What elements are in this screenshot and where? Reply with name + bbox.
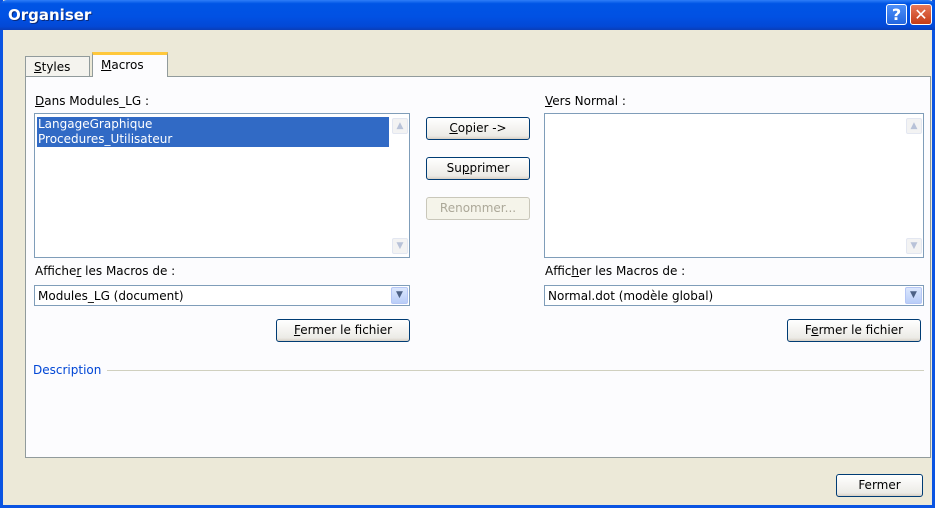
close-window-button[interactable]: ✕ xyxy=(910,4,932,25)
scroll-up-icon[interactable]: ▲ xyxy=(906,118,922,134)
copy-button[interactable]: Copier -> xyxy=(426,117,530,140)
right-show-macros-label: Afficher les Macros de : xyxy=(545,264,686,278)
chevron-down-icon[interactable]: ▼ xyxy=(391,287,408,304)
left-select-value: Modules_LG (document) xyxy=(38,289,184,303)
right-list-label: Vers Normal : xyxy=(545,94,626,108)
title-bar[interactable]: Organiser ? ✕ xyxy=(0,0,935,30)
description-label: Description xyxy=(33,363,108,377)
left-macro-source-select[interactable]: Modules_LG (document) ▼ xyxy=(34,285,410,306)
list-item[interactable]: LangageGraphique xyxy=(37,117,389,132)
help-button[interactable]: ? xyxy=(886,4,907,25)
close-icon: ✕ xyxy=(914,5,928,24)
left-show-macros-label: Afficher les Macros de : xyxy=(35,264,176,278)
chevron-down-icon[interactable]: ▼ xyxy=(905,287,922,304)
window-title: Organiser xyxy=(8,6,92,24)
right-select-value: Normal.dot (modèle global) xyxy=(548,289,714,303)
scroll-up-icon[interactable]: ▲ xyxy=(392,118,408,134)
scroll-down-icon[interactable]: ▼ xyxy=(392,238,408,254)
tab-styles[interactable]: Styles xyxy=(25,56,90,76)
delete-button[interactable]: Supprimer xyxy=(426,157,530,180)
tab-macros[interactable]: Macros xyxy=(92,52,168,77)
left-close-file-button[interactable]: Fermer le fichier xyxy=(276,319,410,342)
rename-button[interactable]: Renommer... xyxy=(426,197,530,220)
list-item[interactable]: Procedures_Utilisateur xyxy=(37,132,389,147)
left-list-label: Dans Modules_LG : xyxy=(35,94,150,108)
right-close-file-button[interactable]: Fermer le fichier xyxy=(787,319,921,342)
left-macro-list[interactable]: LangageGraphique Procedures_Utilisateur … xyxy=(34,113,410,258)
close-dialog-button[interactable]: Fermer xyxy=(836,474,923,497)
description-divider xyxy=(33,370,924,371)
help-icon: ? xyxy=(891,5,902,24)
scroll-down-icon[interactable]: ▼ xyxy=(906,238,922,254)
right-macro-source-select[interactable]: Normal.dot (modèle global) ▼ xyxy=(544,285,924,306)
right-macro-list[interactable]: ▲ ▼ xyxy=(544,113,924,258)
